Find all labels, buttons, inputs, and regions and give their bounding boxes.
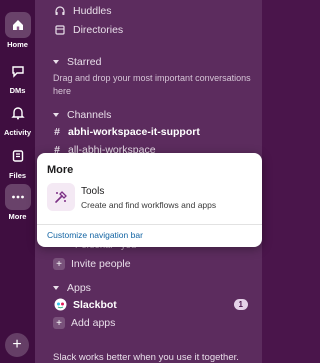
- starred-label: Starred: [67, 56, 102, 68]
- huddles-label: Huddles: [73, 5, 112, 17]
- customize-nav-link[interactable]: Customize navigation bar: [47, 230, 143, 240]
- popup-divider: [37, 224, 262, 225]
- app-item-slackbot[interactable]: Slackbot 1: [53, 298, 258, 311]
- caret-down-icon: [53, 60, 59, 64]
- rail-home[interactable]: Home: [0, 12, 35, 49]
- dms-icon: [5, 58, 31, 84]
- invite-people-item[interactable]: + Invite people: [53, 258, 131, 270]
- hash-icon: #: [54, 126, 60, 138]
- slackbot-icon: [53, 298, 67, 311]
- tools-description: Create and find workflows and apps: [81, 200, 217, 210]
- more-icon: [4, 184, 31, 210]
- channels-label: Channels: [67, 109, 112, 121]
- nav-rail: Home DMs Activity Files More +: [0, 0, 35, 363]
- invite-label: Invite people: [71, 258, 131, 270]
- footer-message: Slack works better when you use it toget…: [53, 352, 239, 363]
- rail-files[interactable]: Files: [0, 143, 35, 180]
- apps-section-header[interactable]: Apps: [53, 282, 91, 294]
- tools-title[interactable]: Tools: [81, 186, 104, 197]
- home-icon: [4, 12, 31, 38]
- starred-hint: Drag and drop your most important conver…: [53, 73, 251, 96]
- rail-dms[interactable]: DMs: [0, 58, 35, 95]
- sidebar-item-huddles[interactable]: Huddles: [53, 5, 112, 17]
- add-apps-item[interactable]: + Add apps: [53, 317, 115, 329]
- plus-icon: +: [53, 317, 65, 329]
- files-icon: [5, 143, 31, 169]
- unread-badge: 1: [233, 299, 248, 310]
- rail-home-label: Home: [7, 40, 28, 49]
- channel-name: abhi-workspace-it-support: [68, 126, 200, 138]
- rail-activity[interactable]: Activity: [0, 100, 35, 137]
- directories-label: Directories: [73, 24, 124, 36]
- tools-icon[interactable]: [47, 183, 75, 211]
- directories-icon: [53, 24, 67, 36]
- headphones-icon: [53, 5, 67, 17]
- add-apps-label: Add apps: [71, 317, 116, 329]
- popup-title: More: [47, 164, 74, 176]
- starred-section-header[interactable]: Starred: [53, 56, 101, 68]
- more-popup: More Tools Create and find workflows and…: [37, 153, 262, 247]
- caret-down-icon: [53, 286, 59, 290]
- bell-icon: [5, 100, 31, 126]
- rail-activity-label: Activity: [3, 128, 32, 137]
- channel-item[interactable]: # abhi-workspace-it-support: [53, 126, 200, 138]
- slackbot-label: Slackbot: [73, 298, 117, 311]
- rail-more[interactable]: More: [0, 184, 35, 221]
- sidebar-item-directories[interactable]: Directories: [53, 24, 123, 36]
- plus-icon: +: [53, 258, 65, 270]
- rail-files-label: Files: [8, 171, 27, 180]
- rail-dms-label: DMs: [9, 86, 26, 95]
- rail-more-label: More: [8, 212, 27, 221]
- caret-down-icon: [53, 113, 59, 117]
- create-plus-button[interactable]: +: [5, 333, 29, 357]
- channels-section-header[interactable]: Channels: [53, 109, 111, 121]
- apps-label: Apps: [67, 282, 91, 294]
